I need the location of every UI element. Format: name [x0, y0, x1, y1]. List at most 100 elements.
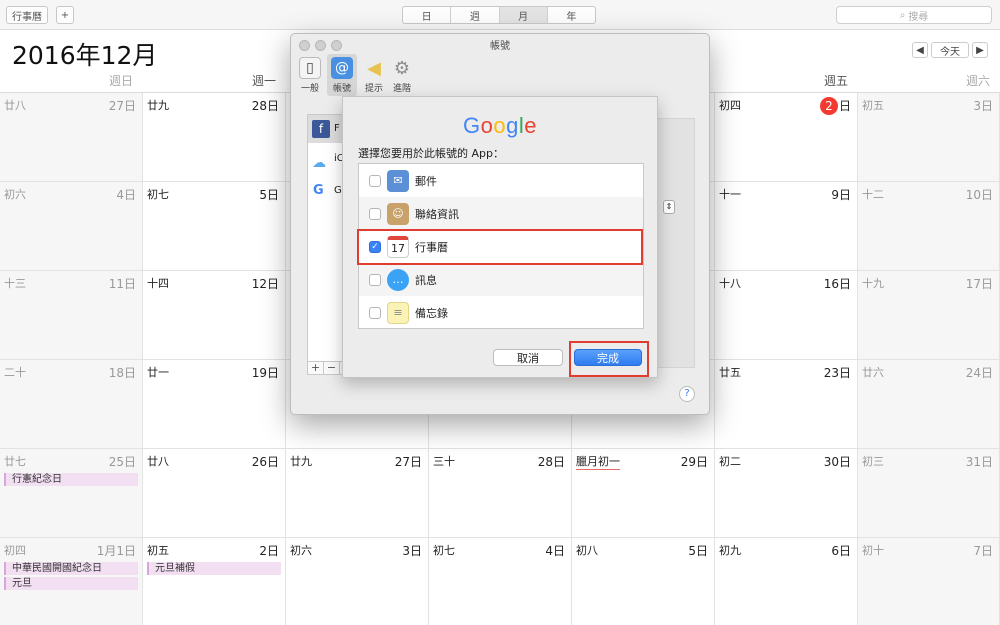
- app-checkbox[interactable]: [369, 207, 381, 220]
- app-selection-prompt: 選擇您要用於此帳號的 App：: [358, 147, 504, 160]
- day-cell[interactable]: 十八 16日: [715, 271, 858, 360]
- view-day-tab[interactable]: 日: [403, 7, 452, 23]
- day-cell[interactable]: 初七 5日: [143, 182, 286, 271]
- day-number: 23日: [823, 366, 851, 380]
- day-cell[interactable]: 初五 3日: [858, 93, 1000, 182]
- lunar-date: 十九: [862, 277, 884, 290]
- lunar-date: 初五: [862, 99, 884, 112]
- day-number: 27日: [394, 455, 422, 469]
- lunar-date: 廿九: [147, 99, 169, 112]
- app-name: 訊息: [415, 273, 437, 287]
- calendar-event[interactable]: 元旦: [4, 577, 138, 590]
- add-event-button[interactable]: +: [56, 6, 74, 24]
- tab-accounts[interactable]: @ 帳號: [327, 54, 357, 96]
- day-cell[interactable]: 二十 18日: [0, 360, 143, 449]
- day-cell[interactable]: 初八 5日: [572, 538, 715, 625]
- day-number: 3日: [402, 544, 422, 558]
- lunar-date: 初十: [862, 544, 884, 557]
- search-input[interactable]: ⌕ 搜尋: [836, 6, 992, 24]
- day-cell[interactable]: 初十 7日: [858, 538, 1000, 625]
- remove-account-button[interactable]: −: [324, 362, 340, 374]
- day-cell[interactable]: 三十 28日: [429, 449, 572, 538]
- day-cell[interactable]: 十一 9日: [715, 182, 858, 271]
- app-checkbox[interactable]: [369, 306, 381, 319]
- day-cell[interactable]: 十四 12日: [143, 271, 286, 360]
- weekday-header: 週日: [108, 74, 133, 88]
- day-cell[interactable]: 廿八 27日: [0, 93, 143, 182]
- calendars-button[interactable]: 行事曆: [6, 6, 48, 24]
- at-icon: @: [331, 57, 353, 79]
- account-name: F: [334, 123, 340, 134]
- day-cell[interactable]: 初七 4日: [429, 538, 572, 625]
- megaphone-icon: ◀: [367, 57, 381, 79]
- app-row[interactable]: ✉ 郵件: [359, 164, 643, 197]
- switch-icon: ▯: [299, 57, 321, 79]
- cancel-button[interactable]: 取消: [493, 349, 563, 366]
- popup-stepper[interactable]: ⇕: [663, 200, 675, 214]
- day-cell[interactable]: 初六 3日: [286, 538, 429, 625]
- tab-alerts[interactable]: ◀ 提示: [359, 54, 389, 96]
- view-week-tab[interactable]: 週: [451, 7, 500, 23]
- day-number: 6日: [831, 544, 851, 558]
- day-cell[interactable]: 廿八 26日: [143, 449, 286, 538]
- tab-general[interactable]: ▯ 一般: [295, 54, 325, 96]
- today-badge: 2: [819, 97, 838, 115]
- day-cell[interactable]: 廿六 24日: [858, 360, 1000, 449]
- google-logo-letter: e: [524, 113, 537, 138]
- today-button[interactable]: 今天: [931, 42, 969, 58]
- google-logo-letter: G: [462, 113, 481, 138]
- app-row[interactable]: … 訊息: [359, 263, 643, 296]
- day-cell[interactable]: 十九 17日: [858, 271, 1000, 360]
- view-year-tab[interactable]: 年: [548, 7, 595, 23]
- day-cell[interactable]: 初五 2日 元旦補假: [143, 538, 286, 625]
- app-name: 聯絡資訊: [415, 207, 459, 221]
- contacts-icon: ☺: [387, 202, 409, 225]
- view-month-tab[interactable]: 月: [499, 7, 548, 23]
- day-number: 4日: [116, 188, 136, 202]
- day-cell[interactable]: 初四 1月1日 中華民國開國紀念日 元旦: [0, 538, 143, 625]
- lunar-date: 初四: [4, 544, 26, 557]
- lunar-date: 初七: [433, 544, 455, 557]
- next-month-button[interactable]: ▶: [972, 42, 988, 58]
- lunar-date: 廿九: [290, 455, 312, 468]
- prev-month-button[interactable]: ◀: [912, 42, 928, 58]
- app-name: 備忘錄: [415, 306, 448, 320]
- tab-label: 進階: [392, 84, 411, 94]
- app-checkbox[interactable]: [369, 273, 381, 286]
- calendar-event[interactable]: 行憲紀念日: [4, 473, 138, 486]
- day-cell[interactable]: 臘月初一 29日: [572, 449, 715, 538]
- day-cell[interactable]: 初三 31日: [858, 449, 1000, 538]
- day-number: 31日: [965, 455, 993, 469]
- month-title: 2016年12月: [12, 41, 158, 70]
- google-logo-letter: o: [493, 113, 507, 138]
- lunar-date: 十四: [147, 277, 169, 290]
- tab-advanced[interactable]: ⚙ 進階: [387, 54, 417, 96]
- day-cell[interactable]: 初二 30日: [715, 449, 858, 538]
- day-cell[interactable]: 廿一 19日: [143, 360, 286, 449]
- app-row[interactable]: ☺ 聯絡資訊: [359, 197, 643, 230]
- add-account-button[interactable]: +: [308, 362, 324, 374]
- day-cell[interactable]: 初九 6日: [715, 538, 858, 625]
- calendar-event[interactable]: 中華民國開國紀念日: [4, 562, 138, 575]
- day-cell[interactable]: 廿九 27日: [286, 449, 429, 538]
- help-button[interactable]: ?: [679, 386, 695, 402]
- google-logo-letter: o: [480, 113, 494, 138]
- calendar-event[interactable]: 元旦補假: [147, 562, 281, 575]
- facebook-icon: f: [312, 120, 330, 138]
- day-cell[interactable]: 十三 11日: [0, 271, 143, 360]
- app-row[interactable]: ≡ 備忘錄: [359, 296, 643, 329]
- app-checkbox[interactable]: [369, 174, 381, 187]
- day-number: 10日: [965, 188, 993, 202]
- day-cell[interactable]: 初四 2 日: [715, 93, 858, 182]
- google-logo-letter: g: [506, 113, 519, 138]
- day-number: 7日: [973, 544, 993, 558]
- day-cell[interactable]: 廿九 28日: [143, 93, 286, 182]
- day-cell[interactable]: 廿五 23日: [715, 360, 858, 449]
- day-number: 19日: [251, 366, 279, 380]
- tab-label: 提示: [364, 84, 383, 94]
- day-cell[interactable]: 初六 4日: [0, 182, 143, 271]
- day-number: 26日: [251, 455, 279, 469]
- google-icon: G: [313, 183, 324, 198]
- day-cell[interactable]: 廿七 25日 行憲紀念日: [0, 449, 143, 538]
- day-cell[interactable]: 十二 10日: [858, 182, 1000, 271]
